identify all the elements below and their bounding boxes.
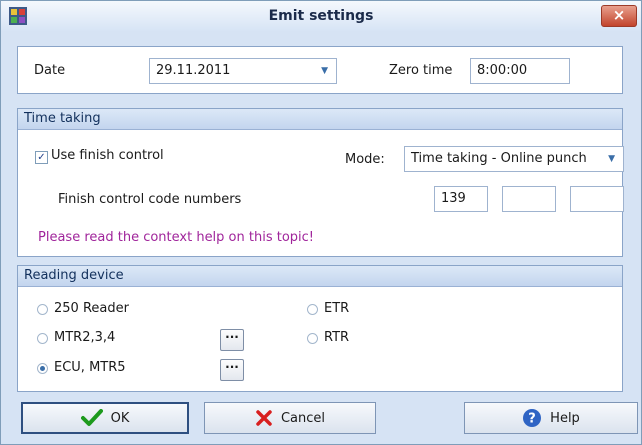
cancel-x-icon: [255, 409, 273, 427]
emit-settings-window: Emit settings × Date 29.11.2011 ▼ Zero t…: [0, 0, 642, 445]
help-note: Please read the context help on this top…: [38, 230, 315, 245]
cancel-label: Cancel: [280, 410, 326, 426]
dropdown-arrow-icon: ▼: [608, 154, 615, 164]
radio-etr-label: ETR: [324, 301, 350, 316]
radio-rtr[interactable]: [307, 333, 318, 344]
mode-dropdown[interactable]: Time taking - Online punch ▼: [404, 146, 624, 172]
radio-ecu-mtr5[interactable]: [37, 363, 48, 374]
cancel-button[interactable]: Cancel: [204, 402, 376, 434]
title-bar: Emit settings ×: [1, 1, 641, 31]
date-label: Date: [34, 63, 66, 78]
radio-mtr234[interactable]: [37, 333, 48, 344]
reading-device-header: Reading device: [18, 266, 622, 287]
zero-time-label: Zero time: [389, 63, 453, 78]
radio-mtr234-label: MTR2,3,4: [54, 330, 116, 345]
finish-code-field-1[interactable]: 139: [434, 186, 488, 212]
ok-check-icon: [80, 409, 103, 427]
ok-button[interactable]: OK: [21, 402, 189, 434]
finish-codes-label: Finish control code numbers: [58, 192, 242, 207]
radio-250-reader[interactable]: [37, 304, 48, 315]
radio-ecu-mtr5-label: ECU, MTR5: [54, 360, 126, 375]
zero-time-field[interactable]: 8:00:00: [470, 58, 570, 84]
close-button[interactable]: ×: [601, 5, 637, 27]
help-button[interactable]: ? Help: [464, 402, 638, 434]
ecu-mtr5-settings-button[interactable]: ···: [220, 359, 244, 381]
help-label: Help: [550, 410, 580, 426]
time-taking-header: Time taking: [18, 109, 622, 130]
check-icon: ✓: [37, 152, 46, 163]
date-dropdown[interactable]: 29.11.2011 ▼: [149, 58, 337, 84]
radio-rtr-label: RTR: [324, 330, 350, 345]
time-taking-panel: Time taking ✓ Use finish control Mode: T…: [17, 108, 624, 257]
help-icon: ?: [522, 408, 542, 428]
window-title: Emit settings: [268, 8, 374, 24]
mode-label: Mode:: [345, 152, 385, 167]
reading-device-panel: Reading device 250 Reader MTR2,3,4 ··· E…: [17, 265, 623, 392]
mtr234-settings-button[interactable]: ···: [220, 329, 244, 351]
svg-text:?: ?: [528, 412, 536, 427]
radio-250-reader-label: 250 Reader: [54, 301, 129, 316]
date-panel: Date 29.11.2011 ▼ Zero time 8:00:00: [17, 46, 623, 94]
finish-code-1: 139: [441, 191, 466, 206]
use-finish-label: Use finish control: [51, 148, 164, 163]
finish-code-field-2[interactable]: [502, 186, 556, 212]
finish-code-field-3[interactable]: [570, 186, 624, 212]
dropdown-arrow-icon: ▼: [321, 66, 328, 76]
more-icon: ···: [225, 330, 239, 344]
use-finish-checkbox[interactable]: ✓: [35, 151, 48, 164]
mode-value: Time taking - Online punch: [411, 151, 587, 166]
radio-etr[interactable]: [307, 304, 318, 315]
zero-time-value: 8:00:00: [477, 63, 528, 78]
more-icon: ···: [225, 360, 239, 374]
ok-label: OK: [110, 410, 130, 426]
date-value: 29.11.2011: [156, 63, 231, 78]
close-icon: ×: [612, 6, 626, 24]
